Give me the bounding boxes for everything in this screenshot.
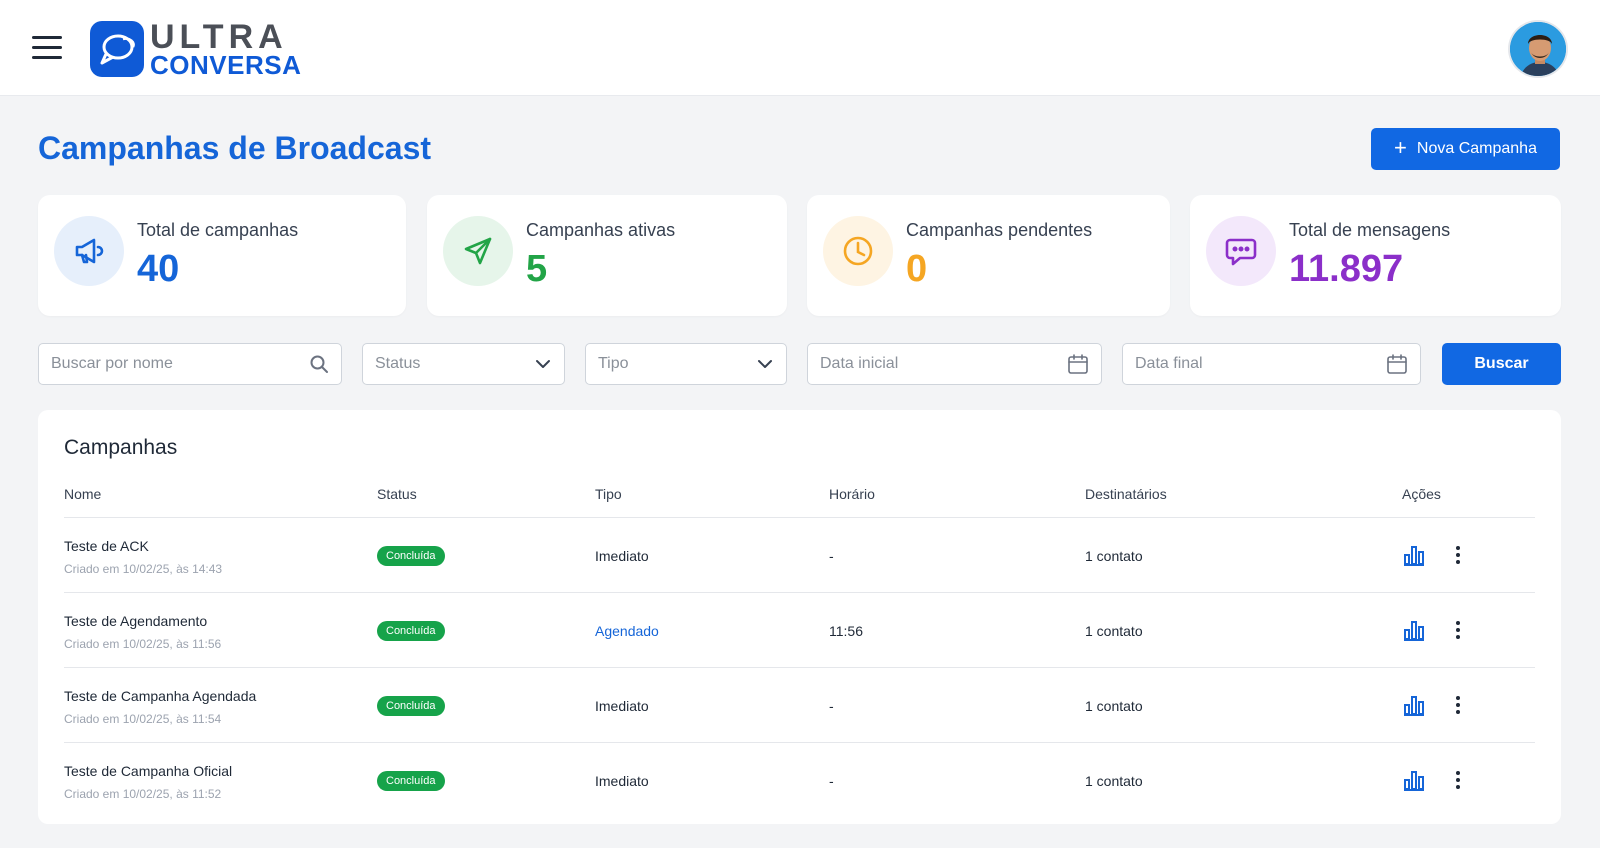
more-options-icon[interactable] (1452, 543, 1464, 567)
campaign-name: Teste de Campanha Agendada (64, 688, 257, 704)
more-options-icon[interactable] (1452, 693, 1464, 717)
start-date-input[interactable] (820, 355, 1067, 373)
clock-icon (823, 216, 893, 286)
column-header-status: Status (377, 486, 417, 502)
campaign-created: Criado em 10/02/25, às 14:43 (64, 562, 223, 576)
logo-text-conversa: CONVERSA (150, 50, 302, 80)
campaign-recipients: 1 contato (1085, 623, 1143, 639)
stat-value: 11.897 (1289, 248, 1404, 290)
chevron-down-icon (536, 360, 550, 368)
campaign-time: - (829, 698, 834, 714)
tipo-select[interactable]: Tipo (585, 343, 787, 385)
campaign-type: Imediato (595, 698, 649, 714)
search-icon[interactable] (309, 354, 329, 374)
campaign-recipients: 1 contato (1085, 548, 1143, 564)
table-row: Teste de Campanha Oficial Criado em 10/0… (64, 742, 1535, 817)
campaign-created: Criado em 10/02/25, às 11:54 (64, 712, 222, 726)
bar-chart-icon[interactable] (1402, 618, 1426, 642)
campaign-created: Criado em 10/02/25, às 11:52 (64, 787, 222, 801)
search-button[interactable]: Buscar (1442, 343, 1561, 385)
campaign-recipients: 1 contato (1085, 698, 1143, 714)
stat-label: Total de campanhas (137, 220, 299, 240)
megaphone-icon (54, 216, 124, 286)
column-header-acoes: Ações (1402, 486, 1441, 502)
more-options-icon[interactable] (1452, 768, 1464, 792)
new-campaign-button[interactable]: + Nova Campanha (1371, 128, 1560, 170)
campaign-name: Teste de Agendamento (64, 613, 208, 629)
stat-label: Campanhas pendentes (906, 220, 1093, 240)
chat-bubble-icon (1206, 216, 1276, 286)
table-row: Teste de ACK Criado em 10/02/25, às 14:4… (64, 517, 1535, 592)
campaign-name: Teste de Campanha Oficial (64, 763, 233, 779)
campaign-created: Criado em 10/02/25, às 11:56 (64, 637, 222, 651)
new-campaign-label: Nova Campanha (1416, 140, 1537, 157)
status-select[interactable]: Status (362, 343, 565, 385)
search-input[interactable] (51, 355, 309, 373)
stat-value: 5 (526, 248, 548, 290)
chevron-down-icon (758, 360, 772, 368)
end-date-input[interactable] (1135, 355, 1386, 373)
calendar-icon[interactable] (1386, 353, 1408, 375)
campaign-type: Imediato (595, 773, 649, 789)
bar-chart-icon[interactable] (1402, 543, 1426, 567)
column-header-horario: Horário (829, 486, 875, 502)
paper-plane-icon (443, 216, 513, 286)
logo-text-ultra: ULTRA (150, 18, 288, 56)
status-badge: Concluída (377, 771, 445, 791)
stat-value: 40 (137, 248, 180, 290)
chat-logo-icon (90, 21, 144, 77)
avatar[interactable] (1508, 20, 1568, 78)
column-header-tipo: Tipo (595, 486, 622, 502)
column-header-destinatarios: Destinatários (1085, 486, 1167, 502)
stat-card-total-campaigns: Total de campanhas 40 (38, 195, 406, 316)
campaign-time: - (829, 548, 834, 564)
stat-value: 0 (906, 248, 928, 290)
tipo-select-value: Tipo (598, 355, 629, 372)
bar-chart-icon[interactable] (1402, 693, 1426, 717)
campaign-type: Imediato (595, 548, 649, 564)
stat-card-total-messages: Total de mensagens 11.897 (1190, 195, 1561, 316)
start-date-field[interactable] (807, 343, 1102, 385)
campaign-time: - (829, 773, 834, 789)
end-date-field[interactable] (1122, 343, 1421, 385)
table-row: Teste de Agendamento Criado em 10/02/25,… (64, 592, 1535, 667)
campaign-time: 11:56 (829, 623, 863, 639)
bar-chart-icon[interactable] (1402, 768, 1426, 792)
campaign-type-link[interactable]: Agendado (595, 623, 659, 639)
menu-icon[interactable] (32, 36, 62, 60)
page-title: Campanhas de Broadcast (38, 130, 432, 166)
calendar-icon[interactable] (1067, 353, 1089, 375)
plus-icon: + (1394, 135, 1407, 160)
logo[interactable]: ULTRA CONVERSA (90, 20, 301, 78)
top-bar: ULTRA CONVERSA (0, 0, 1600, 96)
stat-card-active-campaigns: Campanhas ativas 5 (427, 195, 787, 316)
column-header-nome: Nome (64, 486, 102, 502)
more-options-icon[interactable] (1452, 618, 1464, 642)
stat-label: Campanhas ativas (526, 220, 676, 240)
campaign-name: Teste de ACK (64, 538, 149, 554)
status-badge: Concluída (377, 621, 445, 641)
status-select-value: Status (375, 355, 421, 372)
table-title: Campanhas (64, 436, 178, 459)
campaign-recipients: 1 contato (1085, 773, 1143, 789)
stat-card-pending-campaigns: Campanhas pendentes 0 (807, 195, 1170, 316)
table-row: Teste de Campanha Agendada Criado em 10/… (64, 667, 1535, 742)
status-badge: Concluída (377, 696, 445, 716)
stat-label: Total de mensagens (1289, 220, 1451, 240)
status-badge: Concluída (377, 546, 445, 566)
search-field[interactable] (38, 343, 342, 385)
